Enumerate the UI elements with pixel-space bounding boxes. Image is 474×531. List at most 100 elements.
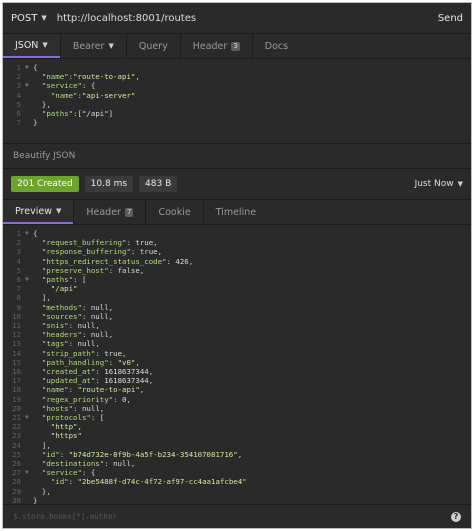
- code-line: 3 "response_buffering": true,: [3, 247, 471, 256]
- caret-down-icon: ▼: [42, 41, 48, 49]
- code-text: },: [33, 486, 51, 496]
- help-circle-icon[interactable]: ?: [451, 511, 461, 522]
- code-text: "preserve_host": false,: [41, 265, 145, 275]
- tab-cookie-label: Cookie: [158, 206, 191, 218]
- line-number: 17: [12, 376, 21, 386]
- method-label: POST: [11, 12, 38, 24]
- code-line: 15 "path_handling": "v0",: [3, 358, 471, 367]
- tab-response-header-label: Header: [86, 206, 121, 218]
- code-line: 24 ],: [3, 441, 471, 450]
- send-button[interactable]: Send: [438, 13, 463, 24]
- tab-json[interactable]: JSON ▼: [3, 34, 60, 58]
- code-line: 21 ▼ "protocols": [: [3, 413, 471, 422]
- code-text: }: [33, 118, 38, 128]
- code-text: "id": "2be5488f-d74c-4f72-af97-cc4aa1afc…: [50, 477, 247, 487]
- code-line: 5 },: [3, 100, 471, 109]
- line-number: 6: [16, 275, 21, 285]
- code-text: "snis": null,: [41, 321, 100, 331]
- line-number: 3: [16, 81, 21, 91]
- request-body-editor[interactable]: 1 ▼{2 "name":"route-to-api", 3 ▼ "service":…: [3, 59, 471, 144]
- filter-input[interactable]: $.store.books[*].author: [13, 512, 117, 521]
- fold-gutter: [25, 404, 33, 413]
- fold-arrow-icon[interactable]: ▼: [25, 413, 33, 422]
- tab-timeline-label: Timeline: [215, 206, 257, 218]
- code-line: 5 "preserve_host": false,: [3, 266, 471, 275]
- line-number: 7: [16, 284, 21, 294]
- code-text: "hosts": null,: [41, 403, 105, 413]
- history-dropdown[interactable]: Just Now ▼: [415, 179, 463, 189]
- method-selector[interactable]: POST ▼: [11, 13, 47, 24]
- fold-gutter: [25, 118, 33, 127]
- tab-response-header[interactable]: Header 7: [73, 200, 145, 224]
- code-text: ],: [33, 293, 51, 303]
- fold-gutter: [25, 339, 33, 348]
- code-text: "regex_priority": 0,: [41, 394, 131, 404]
- line-number: 14: [12, 348, 21, 358]
- fold-gutter: [25, 358, 33, 367]
- code-line: 26 "destinations": null,: [3, 459, 471, 468]
- response-status-bar: 201 Created 10.8 ms 483 B Just Now ▼: [3, 169, 471, 200]
- fold-gutter: [25, 385, 33, 394]
- tab-cookie[interactable]: Cookie: [145, 200, 202, 224]
- url-input[interactable]: http://localhost:8001/routes: [57, 13, 438, 24]
- tab-preview-label: Preview: [15, 205, 52, 217]
- caret-down-icon: ▼: [108, 42, 114, 50]
- code-text: ],: [33, 440, 51, 450]
- code-line: 10 "sources": null,: [3, 312, 471, 321]
- line-number: 10: [12, 311, 21, 321]
- beautify-json-button[interactable]: Beautify JSON: [3, 144, 471, 169]
- code-text: "destinations": null,: [41, 459, 136, 469]
- fold-gutter: [25, 431, 33, 440]
- fold-gutter: [25, 422, 33, 431]
- line-number: 24: [12, 440, 21, 450]
- code-line: 27 ▼ "service": {: [3, 468, 471, 477]
- code-text: "paths":["/api"]: [41, 109, 114, 119]
- code-text: "path_handling": "v0",: [41, 357, 140, 367]
- code-line: 3 ▼ "service": {: [3, 81, 471, 90]
- code-text: "methods": null,: [41, 302, 114, 312]
- tab-query[interactable]: Query: [125, 34, 180, 58]
- code-line: 22 "http",: [3, 422, 471, 431]
- line-number: 12: [12, 330, 21, 340]
- fold-gutter: [25, 459, 33, 468]
- caret-down-icon: ▼: [55, 207, 62, 215]
- line-number: 5: [16, 265, 21, 275]
- fold-arrow-icon[interactable]: ▼: [25, 468, 33, 477]
- fold-arrow-icon[interactable]: ▼: [25, 229, 33, 238]
- line-number: 4: [16, 256, 21, 266]
- fold-gutter: [25, 109, 33, 118]
- line-number: 4: [16, 90, 21, 100]
- tab-bearer[interactable]: Bearer ▼: [59, 34, 126, 58]
- code-line: 2 "name":"route-to-api",: [3, 72, 471, 81]
- line-number: 27: [12, 468, 21, 478]
- line-number: 6: [16, 109, 21, 119]
- fold-gutter: [25, 100, 33, 109]
- url-bar: POST ▼ http://localhost:8001/routes Send: [3, 3, 471, 34]
- line-number: 2: [16, 72, 21, 82]
- tab-timeline[interactable]: Timeline: [202, 200, 268, 224]
- line-number: 5: [16, 99, 21, 109]
- tab-docs[interactable]: Docs: [251, 34, 300, 58]
- code-line: 8 ],: [3, 293, 471, 302]
- code-line: 6 "paths":["/api"]: [3, 109, 471, 118]
- fold-arrow-icon[interactable]: ▼: [25, 81, 33, 90]
- fold-arrow-icon[interactable]: ▼: [25, 63, 33, 72]
- code-line: 1 ▼{: [3, 63, 471, 72]
- code-line: 23 "https": [3, 431, 471, 440]
- history-label: Just Now: [414, 179, 454, 189]
- fold-gutter: [25, 349, 33, 358]
- fold-gutter: [25, 257, 33, 266]
- caret-down-icon: ▼: [41, 14, 47, 22]
- status-badge: 201 Created: [11, 176, 79, 192]
- code-line: 20 "hosts": null,: [3, 404, 471, 413]
- tab-header[interactable]: Header 3: [179, 34, 252, 58]
- fold-arrow-icon[interactable]: ▼: [25, 275, 33, 284]
- code-line: 2 "request_buffering": true,: [3, 238, 471, 247]
- line-number: 9: [16, 302, 21, 312]
- code-line: 4 "https_redirect_status_code": 426,: [3, 257, 471, 266]
- code-text: "created_at": 1618637344,: [41, 367, 154, 377]
- tab-preview[interactable]: Preview ▼: [3, 200, 74, 224]
- code-text: "updated_at": 1618637344,: [41, 376, 154, 386]
- fold-gutter: [25, 321, 33, 330]
- line-number: 21: [12, 413, 21, 423]
